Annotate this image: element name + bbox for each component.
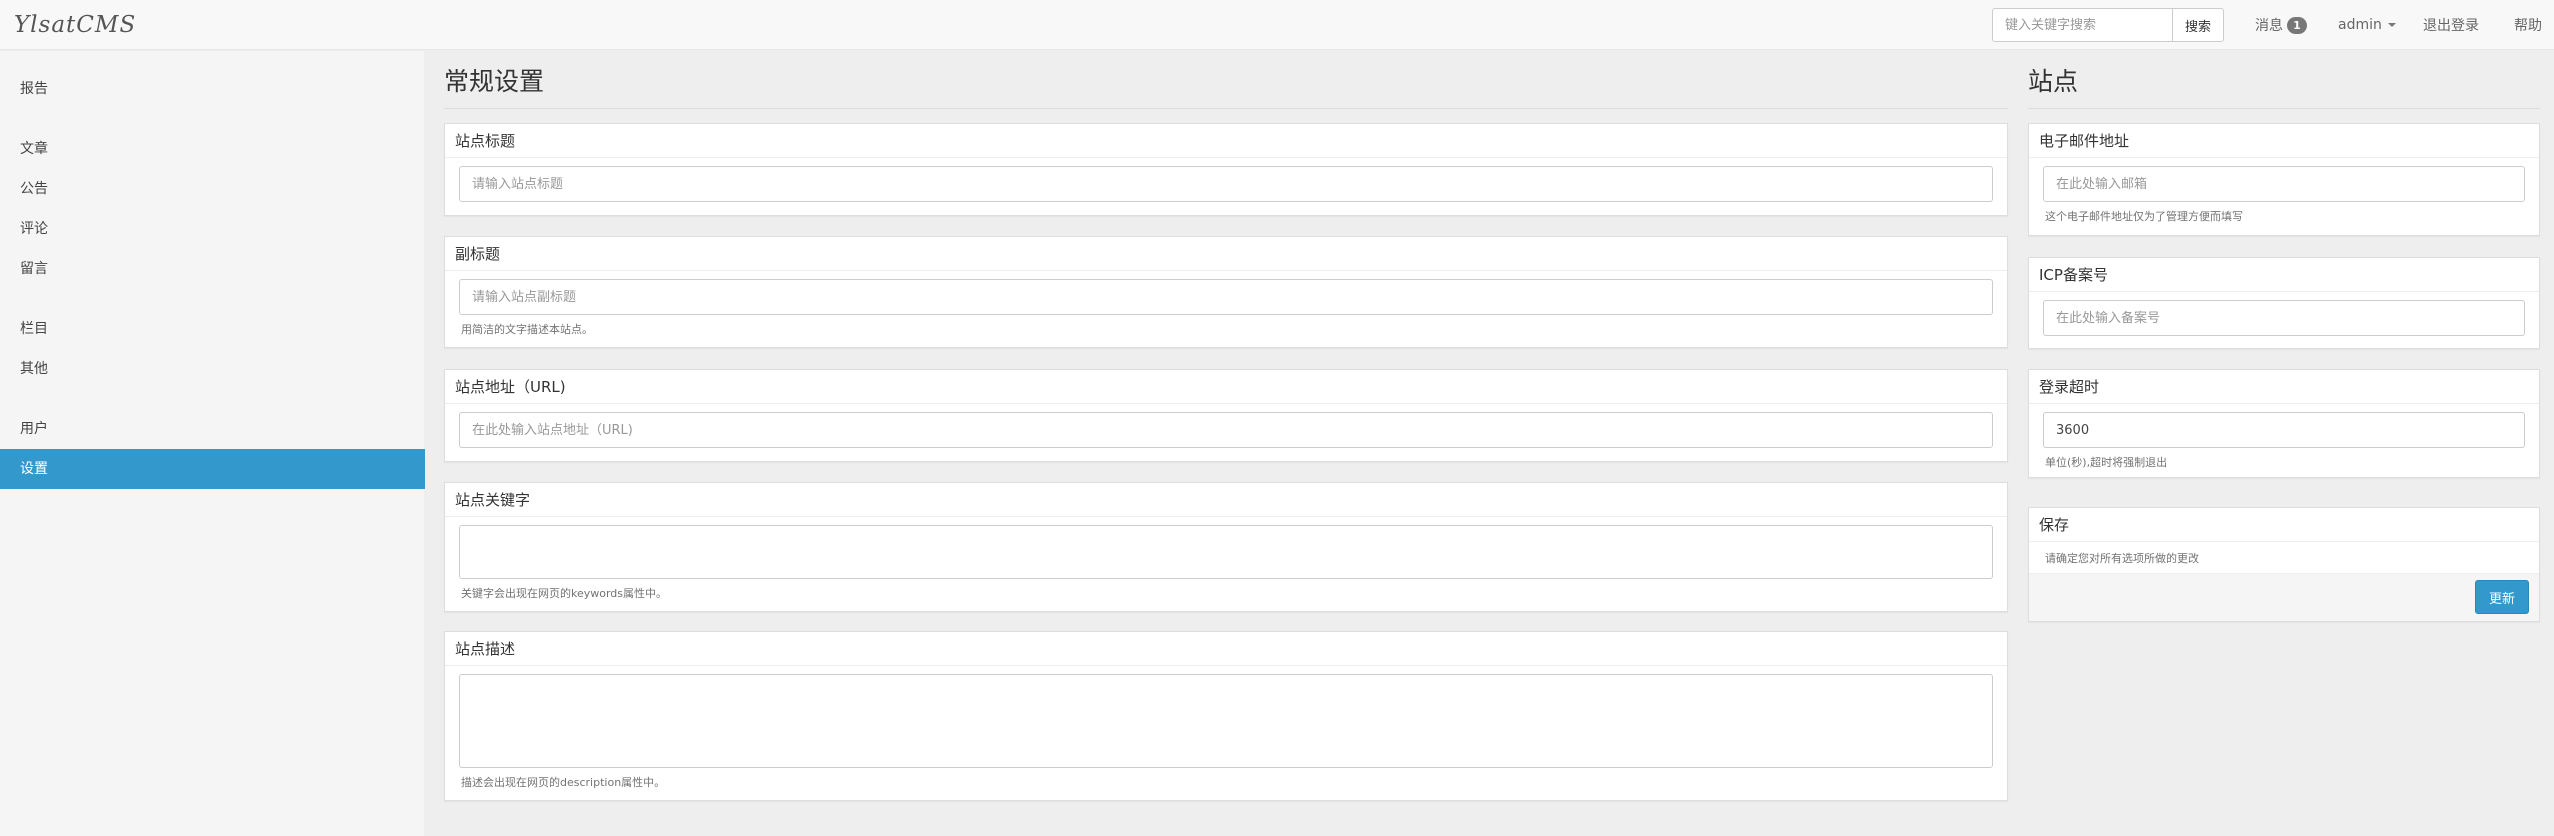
icp-input[interactable] xyxy=(2043,300,2525,336)
email-label: 电子邮件地址 xyxy=(2029,124,2539,158)
login-timeout-panel: 登录超时 单位(秒),超时将强制退出 xyxy=(2028,369,2540,478)
login-timeout-help: 单位(秒),超时将强制退出 xyxy=(2045,456,2168,469)
keywords-help: 关键字会出现在网页的keywords属性中。 xyxy=(461,587,668,600)
help-link[interactable]: 帮助 xyxy=(2514,15,2542,35)
icp-label: ICP备案号 xyxy=(2029,258,2539,292)
sidebar-item-other[interactable]: 其他 xyxy=(0,349,425,389)
messages-link[interactable]: 消息 1 xyxy=(2255,0,2307,50)
description-label: 站点描述 xyxy=(445,632,2007,666)
sidebar-item-announcements[interactable]: 公告 xyxy=(0,169,425,209)
sidebar: 报告 文章 公告 评论 留言 栏目 其他 用户 设置 xyxy=(0,51,425,836)
email-help: 这个电子邮件地址仅为了管理方便而填写 xyxy=(2045,210,2243,223)
logout-link[interactable]: 退出登录 xyxy=(2423,15,2479,35)
sidebar-item-articles[interactable]: 文章 xyxy=(0,129,425,169)
save-help: 请确定您对所有选项所做的更改 xyxy=(2045,552,2199,565)
search-input[interactable] xyxy=(1992,8,2172,42)
description-panel: 站点描述 描述会出现在网页的description属性中。 xyxy=(444,631,2008,801)
messages-count-badge: 1 xyxy=(2287,16,2307,34)
subtitle-label: 副标题 xyxy=(445,237,2007,271)
subtitle-panel: 副标题 用简洁的文字描述本站点。 xyxy=(444,236,2008,348)
brand-logo[interactable]: YlsatCMS xyxy=(14,10,136,40)
site-title-panel: 站点标题 xyxy=(444,123,2008,216)
sidebar-item-reports[interactable]: 报告 xyxy=(0,69,425,109)
keywords-label: 站点关键字 xyxy=(445,483,2007,517)
login-timeout-label: 登录超时 xyxy=(2029,370,2539,404)
subtitle-input[interactable] xyxy=(459,279,1993,315)
search-button[interactable]: 搜索 xyxy=(2172,8,2224,42)
update-button[interactable]: 更新 xyxy=(2475,580,2529,614)
email-panel: 电子邮件地址 这个电子邮件地址仅为了管理方便而填写 xyxy=(2028,123,2540,236)
subtitle-help: 用简洁的文字描述本站点。 xyxy=(461,323,593,336)
sidebar-item-users[interactable]: 用户 xyxy=(0,409,425,449)
description-help: 描述会出现在网页的description属性中。 xyxy=(461,776,666,789)
user-name: admin xyxy=(2338,17,2382,33)
save-label: 保存 xyxy=(2029,508,2539,542)
email-input[interactable] xyxy=(2043,166,2525,202)
login-timeout-input[interactable] xyxy=(2043,412,2525,448)
general-settings-title: 常规设置 xyxy=(444,62,2008,109)
site-title: 站点 xyxy=(2028,62,2540,109)
site-url-input[interactable] xyxy=(459,412,1993,448)
user-menu-dropdown[interactable]: admin xyxy=(2338,0,2396,50)
description-textarea[interactable] xyxy=(459,674,1993,768)
site-url-label: 站点地址（URL) xyxy=(445,370,2007,404)
save-panel: 保存 请确定您对所有选项所做的更改 更新 xyxy=(2028,507,2540,622)
caret-down-icon xyxy=(2387,23,2396,27)
site-title-input[interactable] xyxy=(459,166,1993,202)
sidebar-item-messages[interactable]: 留言 xyxy=(0,249,425,289)
messages-label: 消息 xyxy=(2255,18,2283,34)
sidebar-item-settings[interactable]: 设置 xyxy=(0,449,425,489)
keywords-panel: 站点关键字 关键字会出现在网页的keywords属性中。 xyxy=(444,482,2008,612)
sidebar-item-categories[interactable]: 栏目 xyxy=(0,309,425,349)
top-navbar: YlsatCMS 搜索 消息 1 admin 退出登录 帮助 xyxy=(0,0,2554,50)
brand-text: YlsatCMS xyxy=(14,12,137,38)
sidebar-item-comments[interactable]: 评论 xyxy=(0,209,425,249)
site-url-panel: 站点地址（URL) xyxy=(444,369,2008,462)
site-title-label: 站点标题 xyxy=(445,124,2007,158)
keywords-textarea[interactable] xyxy=(459,525,1993,579)
save-footer: 更新 xyxy=(2029,573,2539,621)
icp-panel: ICP备案号 xyxy=(2028,257,2540,349)
